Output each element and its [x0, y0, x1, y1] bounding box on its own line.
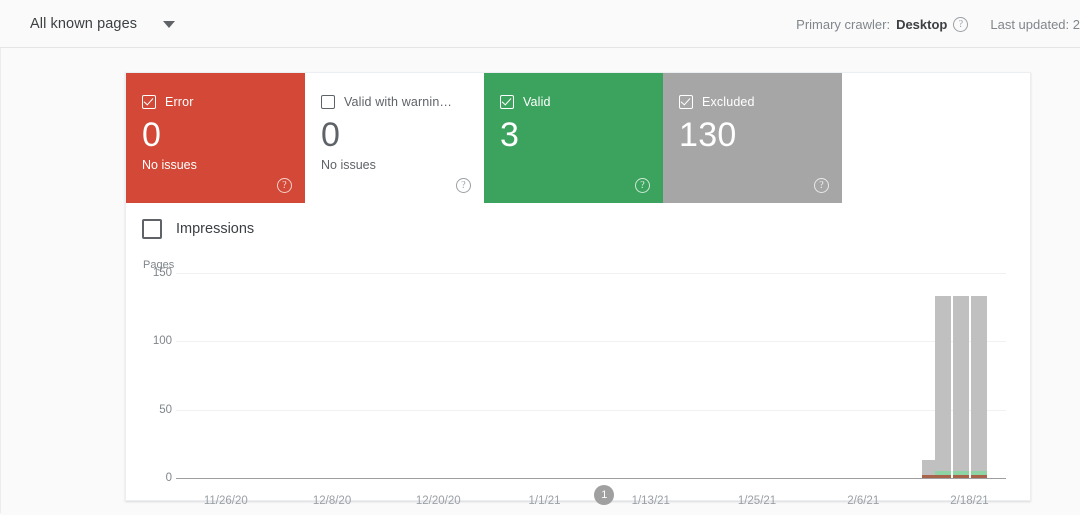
chart-y-tick-label: 0 [165, 472, 172, 484]
tile-count-valid-with-warnings: 0 [321, 116, 341, 154]
impressions-toggle[interactable]: Impressions [142, 219, 254, 239]
tile-count-valid: 3 [500, 116, 520, 154]
checkbox-excluded[interactable] [679, 95, 693, 109]
chart-bar-segment-error [953, 475, 970, 478]
tile-count-error: 0 [142, 116, 162, 154]
page-filter-label: All known pages [30, 16, 138, 32]
chart-gridline [176, 409, 1006, 411]
chart-y-tick-label: 100 [152, 335, 172, 348]
chart-annotation-marker[interactable]: 1 [594, 485, 615, 505]
chart-x-tick-label: 1/13/21 [631, 495, 670, 507]
chart-bar[interactable] [971, 296, 988, 478]
status-tile-valid[interactable]: Valid 3 ? [484, 73, 663, 203]
primary-crawler-info: Primary crawler: Desktop ? [796, 16, 969, 32]
tile-header-valid: Valid [500, 95, 647, 109]
status-tile-valid-with-warnings[interactable]: Valid with warnin… 0 No issues ? [305, 73, 484, 203]
chart-x-tick-label: 1/25/21 [737, 495, 777, 507]
tile-header-valid-with-warnings: Valid with warnin… [321, 95, 468, 109]
chart-bar-segment-valid [971, 471, 988, 476]
tile-title-valid: Valid [523, 95, 551, 109]
top-header-bar: All known pages Primary crawler: Desktop… [0, 0, 1080, 48]
header-right-group: Primary crawler: Desktop ? Last updated:… [796, 0, 1080, 48]
chart-x-tick-label: 2/6/21 [847, 495, 880, 507]
help-circle-icon[interactable]: ? [456, 178, 471, 193]
last-updated-text: Last updated: 2 [990, 16, 1080, 32]
tile-header-excluded: Excluded [679, 95, 826, 109]
tile-subtitle-valid-with-warnings: No issues [321, 158, 376, 172]
chevron-down-icon[interactable] [163, 20, 176, 28]
chart-bar-segment-error [971, 475, 988, 478]
checkbox-valid-with-warnings[interactable] [321, 95, 335, 109]
chart-bar[interactable] [953, 296, 970, 478]
tile-count-excluded: 130 [679, 116, 737, 154]
coverage-chart: Pages 150 100 50 0 11/26/20 12/8/20 12/20/20 1… [126, 259, 1032, 507]
chart-bar-segment-error [934, 475, 951, 478]
status-tile-excluded[interactable]: Excluded 130 ? [663, 73, 842, 203]
header-left-group: All known pages [30, 0, 176, 48]
chart-x-tick-label: 12/8/20 [312, 495, 352, 507]
help-circle-icon[interactable]: ? [814, 178, 829, 193]
chart-x-tick-label: 12/20/20 [415, 495, 461, 507]
chart-y-tick-label: 50 [159, 403, 172, 416]
status-tiles: Error 0 No issues ? Valid with warnin… 0… [126, 73, 842, 203]
tile-subtitle-error: No issues [142, 158, 197, 172]
primary-crawler-value: Desktop [896, 16, 948, 32]
chart-x-tick-label: 11/26/20 [203, 495, 248, 507]
chart-y-tick-label: 150 [152, 267, 172, 279]
chart-x-axis-labels: 11/26/20 12/8/20 12/20/20 1/1/21 1/13/21 1/25… [176, 485, 1006, 515]
page-filter-dropdown[interactable]: All known pages [30, 16, 176, 32]
checkbox-impressions[interactable] [142, 219, 162, 239]
primary-crawler-prefix: Primary crawler: [796, 16, 891, 32]
checkbox-error[interactable] [142, 95, 156, 109]
tile-header-error: Error [142, 95, 289, 109]
help-circle-icon[interactable]: ? [635, 178, 650, 193]
chart-bar-segment-valid [934, 471, 951, 476]
tile-title-error: Error [165, 95, 194, 109]
chart-plot-area: 150 100 50 0 [153, 267, 1006, 484]
chart-x-tick-label: 1/1/21 [528, 495, 561, 507]
chart-bar-segment-valid [953, 471, 970, 476]
chart-gridline [176, 273, 1006, 274]
status-tile-error[interactable]: Error 0 No issues ? [126, 73, 305, 203]
help-circle-icon[interactable]: ? [277, 178, 292, 193]
tile-title-valid-with-warnings: Valid with warnin… [344, 95, 453, 109]
chart-gridline [176, 478, 1006, 479]
coverage-card: Error 0 No issues ? Valid with warnin… 0… [125, 72, 1032, 507]
impressions-label: Impressions [176, 221, 255, 237]
chart-bar[interactable] [934, 296, 951, 478]
checkbox-valid[interactable] [500, 95, 514, 109]
chart-gridline [176, 341, 1006, 343]
help-circle-icon[interactable]: ? [953, 16, 969, 32]
chart-x-tick-label: 2/18/21 [950, 495, 989, 507]
tile-title-excluded: Excluded [702, 95, 755, 109]
content-area: Error 0 No issues ? Valid with warnin… 0… [0, 48, 1080, 513]
